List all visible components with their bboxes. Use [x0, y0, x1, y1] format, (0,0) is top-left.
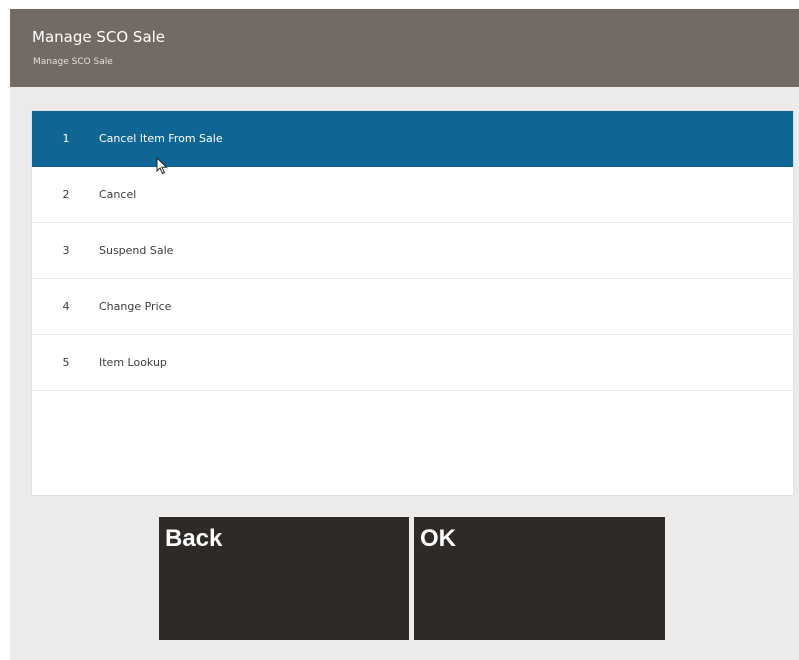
menu-item-item-lookup[interactable]: 5 Item Lookup — [32, 335, 793, 391]
menu-list: 1 Cancel Item From Sale 2 Cancel 3 Suspe… — [31, 110, 794, 496]
manage-sco-sale-window: Manage SCO Sale Manage SCO Sale 1 Cancel… — [10, 9, 799, 660]
header-bar: Manage SCO Sale Manage SCO Sale — [10, 9, 799, 87]
menu-item-label: Change Price — [99, 300, 172, 313]
page-title: Manage SCO Sale — [32, 28, 166, 46]
menu-item-number: 4 — [62, 300, 70, 313]
menu-item-suspend-sale[interactable]: 3 Suspend Sale — [32, 223, 793, 279]
mouse-pointer-icon — [156, 157, 168, 175]
menu-item-number: 5 — [62, 356, 70, 369]
ok-button-label: OK — [420, 525, 456, 552]
back-button[interactable]: Back — [159, 517, 409, 640]
back-button-label: Back — [165, 525, 223, 552]
menu-item-cancel[interactable]: 2 Cancel — [32, 167, 793, 223]
menu-item-number: 2 — [62, 188, 70, 201]
menu-item-label: Suspend Sale — [99, 244, 174, 257]
page-subtitle: Manage SCO Sale — [33, 57, 113, 67]
menu-item-label: Cancel — [99, 188, 137, 201]
menu-item-label: Item Lookup — [99, 356, 167, 369]
menu-item-cancel-item-from-sale[interactable]: 1 Cancel Item From Sale — [32, 111, 793, 167]
menu-item-change-price[interactable]: 4 Change Price — [32, 279, 793, 335]
ok-button[interactable]: OK — [414, 517, 665, 640]
menu-item-number: 1 — [62, 132, 70, 145]
menu-item-number: 3 — [62, 244, 70, 257]
